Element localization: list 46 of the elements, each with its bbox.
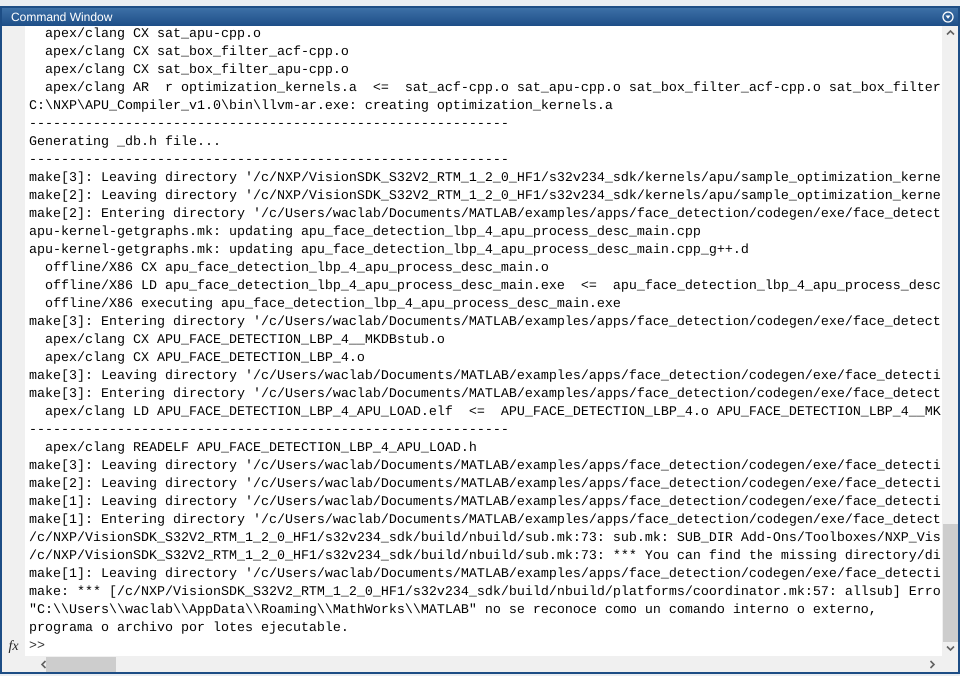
scrollbar-thumb[interactable]: [942, 524, 958, 642]
scroll-right-icon[interactable]: [929, 660, 936, 668]
output-line: make[2]: Leaving directory '/c/Users/waclab/Documents/MATLAB/examples/apps/face_detection/codegen/exe/face_detecti: [29, 476, 942, 494]
output-line: make[3]: Entering directory '/c/Users/waclab/Documents/MATLAB/examples/apps/face_detection/codegen/exe/face_detect: [29, 386, 942, 404]
output-line: apex/clang AR r optimization_kernels.a <= sat_acf-cpp.o sat_apu-cpp.o sat_box_filter_acf-cpp.o sat_box_filter: [44, 80, 942, 98]
output-line: ------------------------------------------------------------: [29, 152, 510, 170]
output-line: make: *** [/c/NXP/VisionSDK_S32V2_RTM_1_2_0_HF1/s32v234_sdk/build/nbuild/platforms/coordinator.mk:57: allsub] Erro: [29, 584, 942, 602]
output-line: C:\NXP\APU_Compiler_v1.0\bin\llvm-ar.exe: creating optimization_kernels.a: [29, 98, 614, 116]
output-line: offline/X86 LD apu_face_detection_lbp_4_apu_process_desc_main.exe <= apu_face_detection_lbp_4_apu_process_desc: [44, 278, 942, 296]
output-line: /c/NXP/VisionSDK_S32V2_RTM_1_2_0_HF1/s32v234_sdk/build/nbuild/sub.mk:73: sub.mk: SUB_DIR Add-Ons/Toolboxes/NXP_Vis: [29, 530, 942, 548]
scroll-left-icon[interactable]: [40, 660, 47, 668]
output-line: make[3]: Leaving directory '/c/NXP/VisionSDK_S32V2_RTM_1_2_0_HF1/s32v234_sdk/kernels/apu/sample_optimization_kerne: [29, 170, 942, 188]
output-line: make[3]: Entering directory '/c/Users/waclab/Documents/MATLAB/examples/apps/face_detection/codegen/exe/face_detect: [29, 314, 942, 332]
output-line: "C:\\Users\\waclab\\AppData\\Roaming\\MathWorks\\MATLAB" no se reconoce como un comando interno o externo,: [29, 602, 878, 620]
output-line: make[2]: Leaving directory '/c/NXP/VisionSDK_S32V2_RTM_1_2_0_HF1/s32v234_sdk/kernels/apu/sample_optimization_kerne: [29, 188, 942, 206]
output-line: apex/clang CX APU_FACE_DETECTION_LBP_4__MKDBstub.o: [44, 332, 446, 350]
function-browser-button[interactable]: fx: [8, 640, 19, 654]
output-line: make[3]: Leaving directory '/c/Users/waclab/Documents/MATLAB/examples/apps/face_detection/codegen/exe/face_detecti: [29, 458, 942, 476]
output-line: make[1]: Leaving directory '/c/Users/waclab/Documents/MATLAB/examples/apps/face_detection/codegen/exe/face_detecti: [29, 494, 942, 512]
output-line: offline/X86 executing apu_face_detection_lbp_4_apu_process_desc_main.exe: [44, 296, 622, 314]
output-line: apu-kernel-getgraphs.mk: updating apu_face_detection_lbp_4_apu_process_desc_main.cpp: [29, 224, 702, 242]
output-line: apex/clang LD APU_FACE_DETECTION_LBP_4_APU_LOAD.elf <= APU_FACE_DETECTION_LBP_4.o APU_FACE_DETECTION_LBP_4__MK: [44, 404, 942, 422]
output-line: make[2]: Entering directory '/c/Users/waclab/Documents/MATLAB/examples/apps/face_detection/codegen/exe/face_detect: [29, 206, 942, 224]
output-line: apex/clang CX sat_box_filter_apu-cpp.o: [44, 62, 350, 80]
output-line: make[1]: Leaving directory '/c/Users/waclab/Documents/MATLAB/examples/apps/face_detection/codegen/exe/face_detecti: [29, 566, 942, 584]
output-line: ------------------------------------------------------------: [29, 116, 510, 134]
output-line: offline/X86 CX apu_face_detection_lbp_4_apu_process_desc_main.o: [44, 260, 550, 278]
output-line: programa o archivo por lotes ejecutable.: [29, 620, 350, 638]
output-line: ------------------------------------------------------------: [29, 422, 510, 440]
output-line: apex/clang READELF APU_FACE_DETECTION_LBP_4_APU_LOAD.h: [44, 440, 478, 458]
output-line: apex/clang CX sat_box_filter_acf-cpp.o: [44, 44, 350, 62]
output-line: make[3]: Leaving directory '/c/Users/waclab/Documents/MATLAB/examples/apps/face_detection/codegen/exe/face_detecti: [29, 368, 942, 386]
output-line: make[1]: Entering directory '/c/Users/waclab/Documents/MATLAB/examples/apps/face_detection/codegen/exe/face_detect: [29, 512, 942, 530]
menu-dropdown-icon[interactable]: [942, 11, 954, 23]
horizontal-scrollbar[interactable]: [2, 656, 958, 672]
output-line: /c/NXP/VisionSDK_S32V2_RTM_1_2_0_HF1/s32v234_sdk/build/nbuild/sub.mk:73: *** You can find the missing directory/di: [29, 548, 942, 566]
command-prompt[interactable]: >>: [29, 638, 942, 656]
output-line: apex/clang CX APU_FACE_DETECTION_LBP_4.o: [44, 350, 366, 368]
scrollbar-thumb[interactable]: [46, 656, 116, 672]
scroll-up-icon[interactable]: [946, 29, 954, 36]
output-line: Generating _db.h file...: [29, 134, 222, 152]
scroll-down-icon[interactable]: [946, 645, 954, 652]
output-line: apex/clang CX sat_apu-cpp.o: [44, 26, 262, 44]
window-title: Command Window: [11, 11, 112, 23]
vertical-scrollbar[interactable]: [942, 26, 958, 656]
output-line: apu-kernel-getgraphs.mk: updating apu_face_detection_lbp_4_apu_process_desc_main.cpp_g++.d: [29, 242, 750, 260]
